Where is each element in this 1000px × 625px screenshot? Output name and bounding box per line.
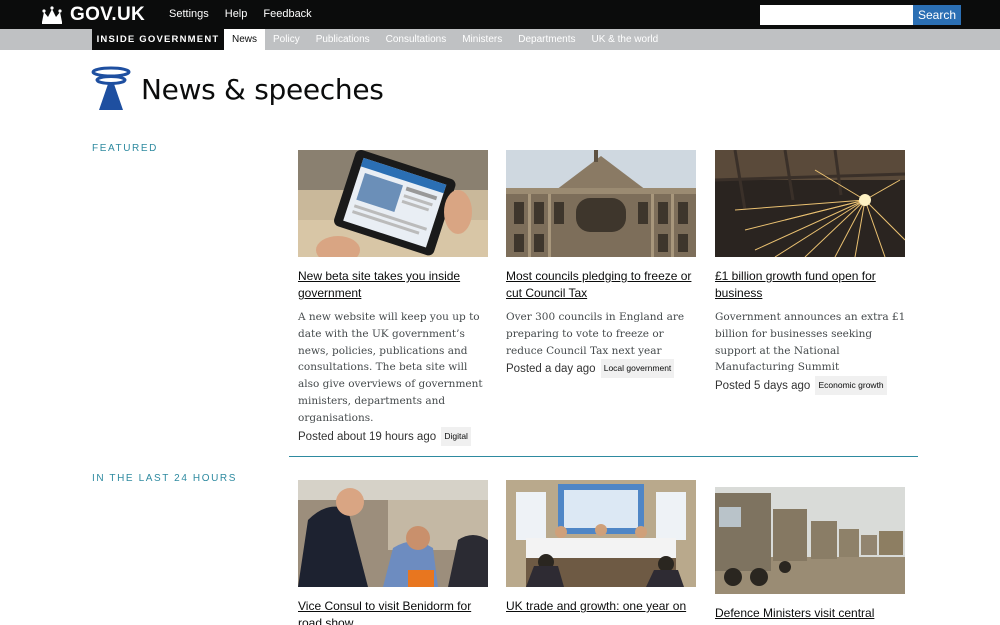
section-nav-items: News Policy Publications Consultations M… [224, 29, 666, 50]
recent-card-title[interactable]: Defence Ministers visit central Asian co… [715, 605, 907, 625]
recent-card: UK trade and growth: one year on [506, 480, 698, 615]
recent-card-title[interactable]: UK trade and growth: one year on [506, 598, 698, 615]
nav-item-publications[interactable]: Publications [308, 29, 378, 50]
news-megaphone-icon [91, 66, 131, 110]
nav-item-departments[interactable]: Departments [510, 29, 583, 50]
featured-card-meta: Posted about 19 hours ago Digital [298, 426, 490, 446]
nav-item-consultations[interactable]: Consultations [378, 29, 455, 50]
search-button[interactable]: Search [913, 5, 961, 25]
press-conference-photo[interactable] [506, 480, 696, 587]
recent-card-title[interactable]: Vice Consul to visit Benidorm for road s… [298, 598, 490, 625]
featured-card-meta: Posted 5 days ago Economic growth [715, 376, 907, 396]
featured-card: New beta site takes you inside governmen… [298, 150, 490, 446]
sparks-factory-photo[interactable] [715, 150, 905, 257]
nav-item-uk-world[interactable]: UK & the world [583, 29, 666, 50]
govuk-logo[interactable]: GOV.UK [40, 4, 145, 26]
featured-card-summary: A new website will keep you up to date w… [298, 311, 483, 424]
header-links: Settings Help Feedback [169, 8, 328, 20]
crown-icon [42, 6, 62, 24]
page-title: News & speeches [141, 72, 384, 106]
inside-government-brand[interactable]: INSIDE GOVERNMENT [92, 29, 224, 50]
featured-card-summary: Government announces an extra £1 billion… [715, 311, 906, 374]
featured-card-title[interactable]: New beta site takes you inside governmen… [298, 268, 490, 302]
consul-meeting-photo[interactable] [298, 480, 488, 587]
feedback-link[interactable]: Feedback [263, 8, 311, 20]
recent-card: Vice Consul to visit Benidorm for road s… [298, 480, 490, 625]
nav-item-policy[interactable]: Policy [265, 29, 308, 50]
topic-tag[interactable]: Digital [441, 426, 471, 446]
featured-card-meta: Posted a day ago Local government [506, 359, 698, 379]
logo-text: GOV.UK [70, 4, 146, 25]
search-form: Search [760, 5, 961, 25]
last-24-hours-label: IN THE LAST 24 HOURS [92, 473, 237, 484]
topic-tag[interactable]: Economic growth [815, 376, 887, 396]
section-divider [289, 456, 918, 457]
council-house-photo[interactable] [506, 150, 696, 257]
topic-tag[interactable]: Local government [600, 359, 675, 379]
page-heading: News & speeches [91, 66, 384, 112]
nav-item-news[interactable]: News [224, 29, 266, 50]
help-link[interactable]: Help [225, 8, 248, 20]
featured-card: Most councils pledging to freeze or cut … [506, 150, 698, 379]
featured-card: £1 billion growth fund open for business… [715, 150, 907, 396]
top-bar: GOV.UK Settings Help Feedback Search [0, 0, 1000, 29]
posted-time: Posted about 19 hours ago [298, 430, 437, 443]
search-input[interactable] [760, 5, 913, 25]
featured-card-title[interactable]: £1 billion growth fund open for business [715, 268, 907, 302]
posted-time: Posted 5 days ago [715, 380, 811, 393]
featured-card-title[interactable]: Most councils pledging to freeze or cut … [506, 268, 698, 302]
military-trucks-photo[interactable] [715, 487, 905, 594]
nav-item-ministers[interactable]: Ministers [454, 29, 510, 50]
section-nav: INSIDE GOVERNMENT News Policy Publicatio… [0, 29, 1000, 50]
featured-card-summary: Over 300 councils in England are prepari… [506, 311, 685, 357]
tablet-photo[interactable] [298, 150, 488, 257]
posted-time: Posted a day ago [506, 363, 596, 376]
recent-card: Defence Ministers visit central Asian co… [715, 487, 907, 625]
settings-link[interactable]: Settings [169, 8, 209, 20]
featured-label: FEATURED [92, 143, 158, 154]
